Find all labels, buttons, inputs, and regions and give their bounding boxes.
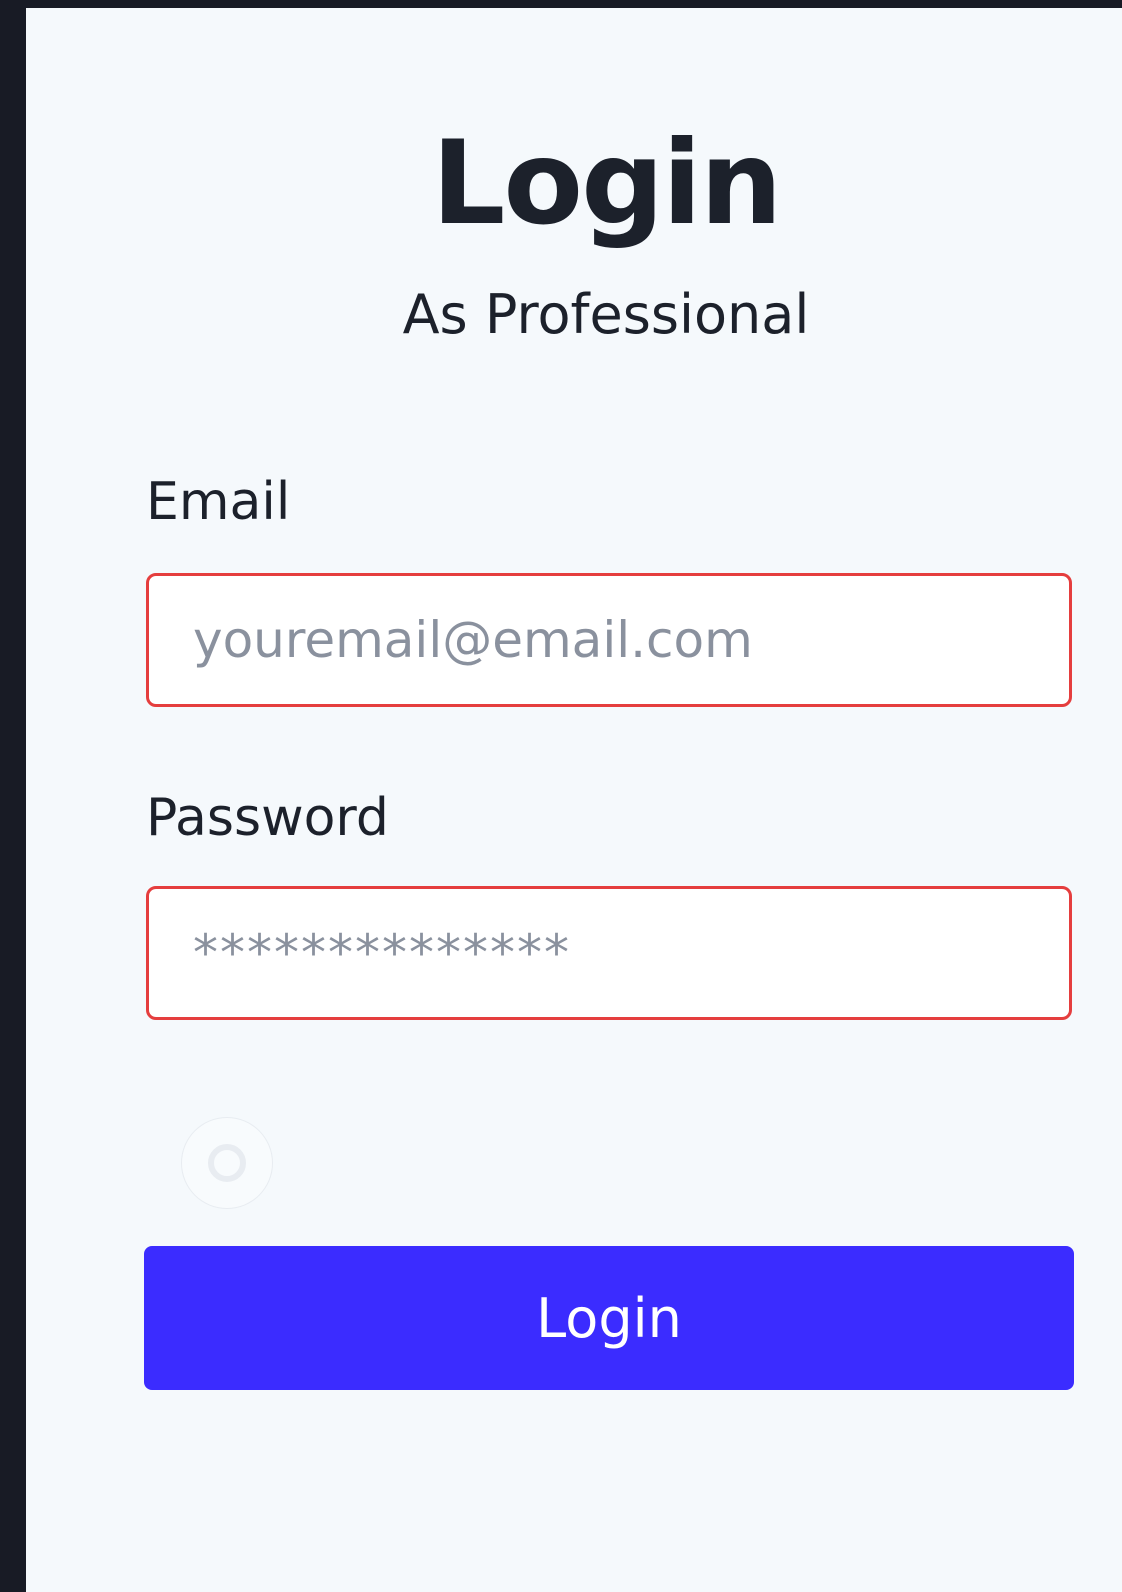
spinner-ring: [208, 1144, 246, 1182]
page-subtitle: As Professional: [402, 283, 810, 346]
password-field[interactable]: [146, 886, 1072, 1020]
email-field[interactable]: [146, 573, 1072, 707]
loading-spinner-icon: [182, 1118, 272, 1208]
login-panel: Login As Professional Email Password Log…: [26, 8, 1122, 1592]
password-label: Password: [146, 788, 389, 848]
page-title: Login: [431, 116, 783, 251]
login-button[interactable]: Login: [144, 1246, 1074, 1390]
email-label: Email: [146, 472, 291, 532]
